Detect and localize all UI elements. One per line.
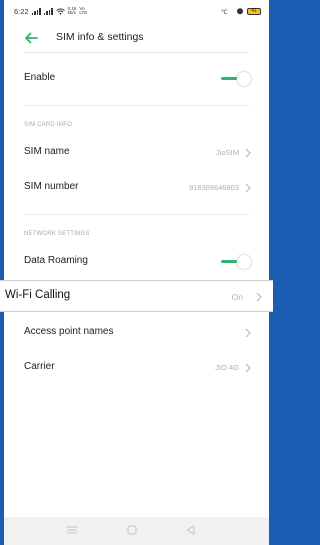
navigation-bar — [4, 517, 269, 545]
chevron-right-icon — [245, 363, 251, 373]
chevron-right-icon — [245, 148, 251, 158]
sim-name-value: JioSIM — [216, 148, 239, 157]
menu-icon[interactable] — [67, 526, 77, 534]
chevron-right-icon — [245, 328, 251, 338]
data-roaming-row[interactable]: Data Roaming — [4, 247, 269, 277]
section-header-sim-card-info: SIM CARD INFO — [24, 122, 72, 128]
access-point-names-row[interactable]: Access point names — [4, 318, 269, 348]
status-bar: 6:22 0.15 kb/s Vo LTE ℃ 41 — [4, 0, 269, 22]
header-divider — [24, 52, 249, 53]
sim-number-label: SIM number — [24, 181, 79, 192]
toggle-knob — [237, 255, 251, 269]
section-header-network-settings: NETWORK SETTINGS — [24, 231, 90, 237]
toggle-track — [221, 260, 237, 263]
app-header: SIM info & settings — [4, 24, 269, 52]
battery-icon: 41 — [247, 7, 261, 15]
alarm-icon — [237, 8, 243, 15]
back-triangle-icon[interactable] — [186, 525, 195, 535]
chevron-right-icon — [256, 292, 262, 302]
enable-label: Enable — [24, 72, 56, 83]
wifi-calling-label: Wi-Fi Calling — [5, 289, 71, 301]
sim-number-row[interactable]: SIM number 918369646803 — [4, 173, 269, 203]
enable-row[interactable]: Enable — [4, 64, 269, 94]
sim-name-row[interactable]: SIM name JioSIM — [4, 138, 269, 168]
arrow-left-icon[interactable] — [24, 32, 38, 44]
home-icon[interactable] — [127, 525, 137, 535]
wifi-icon — [55, 7, 65, 15]
divider — [24, 214, 249, 215]
data-roaming-toggle[interactable] — [221, 255, 251, 269]
sim-number-value: 918369646803 — [188, 183, 239, 192]
network-speed: 0.15 kb/s — [67, 5, 77, 15]
svg-text:℃: ℃ — [221, 9, 228, 15]
carrier-row[interactable]: Carrier JIO 4G — [4, 353, 269, 383]
status-left: 6:22 0.15 kb/s Vo LTE — [14, 5, 89, 16]
page-title: SIM info & settings — [56, 31, 144, 43]
signal-icon — [31, 7, 41, 15]
volte-badge: Vo LTE — [79, 5, 88, 15]
carrier-value: JIO 4G — [215, 363, 239, 372]
settings-screen: 6:22 0.15 kb/s Vo LTE ℃ 41 SIM info & se… — [4, 0, 269, 545]
chevron-right-icon — [245, 183, 251, 193]
wifi-calling-value: On — [231, 292, 243, 302]
signal-icon-2 — [43, 7, 53, 15]
wifi-calling-row[interactable]: Wi-Fi Calling On — [0, 280, 273, 312]
sim-name-label: SIM name — [24, 146, 70, 157]
screen-frame-left — [0, 0, 4, 545]
enable-toggle[interactable] — [221, 72, 251, 86]
toggle-track — [221, 77, 237, 80]
screen-frame-right — [269, 0, 273, 545]
divider — [24, 105, 249, 106]
data-roaming-label: Data Roaming — [24, 255, 88, 266]
status-right: ℃ 41 — [221, 7, 261, 15]
carrier-label: Carrier — [24, 361, 55, 372]
toggle-knob — [237, 72, 251, 86]
volte-call-icon: ℃ — [221, 9, 228, 15]
status-time: 6:22 — [14, 6, 29, 16]
access-point-names-label: Access point names — [24, 326, 114, 337]
